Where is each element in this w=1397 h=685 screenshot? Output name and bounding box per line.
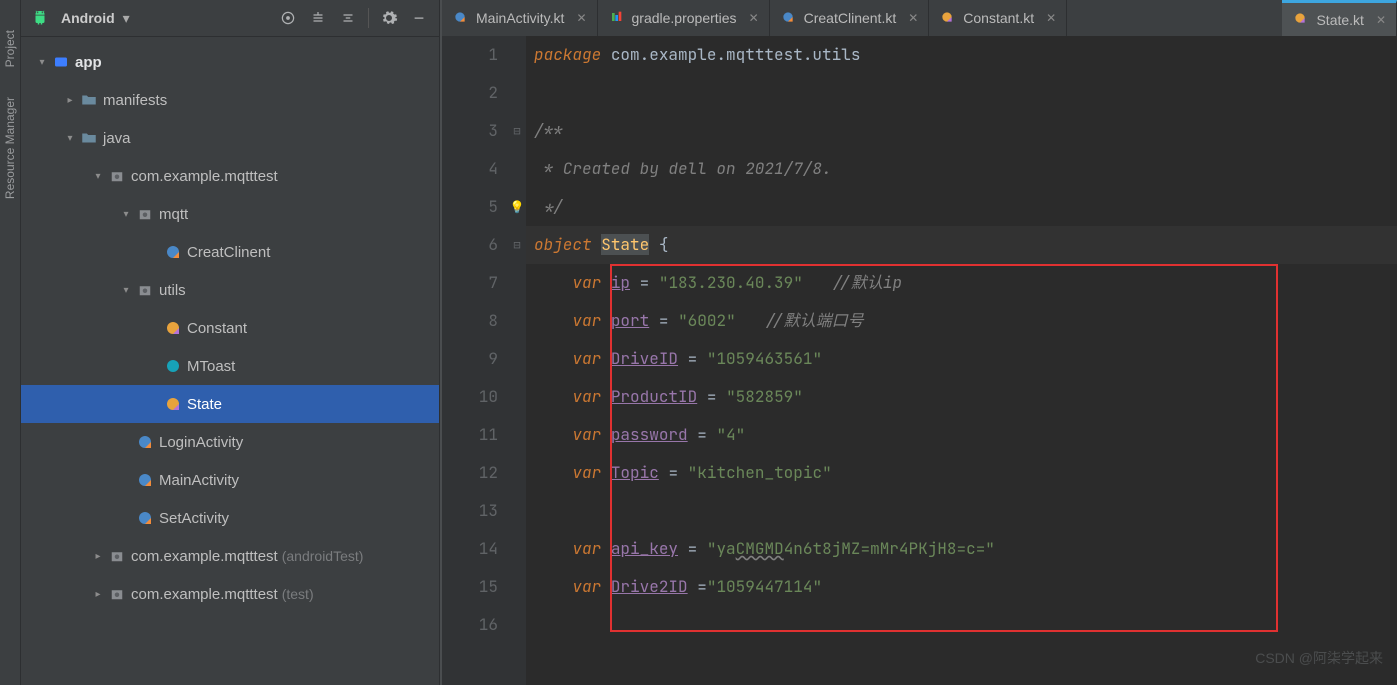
fold-handle-icon[interactable]: ⊟ (508, 112, 526, 150)
tree-hint: (test) (282, 586, 314, 602)
close-icon[interactable]: ✕ (749, 11, 759, 25)
kotlin-class-icon (163, 243, 183, 261)
tab-label: CreatClinent.kt (804, 10, 897, 26)
kotlin-class-icon (163, 357, 183, 375)
tab-creatclinent[interactable]: CreatClinent.kt ✕ (770, 0, 930, 36)
tree-label: java (103, 130, 131, 147)
tree-app[interactable]: ▾ app (21, 43, 439, 81)
tree-label: com.example.mqtttest (131, 586, 278, 603)
tree-mqtt[interactable]: ▾ mqtt (21, 195, 439, 233)
kotlin-file-icon (939, 9, 955, 28)
android-robot-icon (31, 8, 49, 29)
tree-label: com.example.mqtttest (131, 168, 278, 185)
editor-area: MainActivity.kt ✕ gradle.properties ✕ Cr… (442, 0, 1397, 685)
package-icon (107, 585, 127, 603)
tab-mainactivity[interactable]: MainActivity.kt ✕ (442, 0, 598, 36)
tree-utils[interactable]: ▾ utils (21, 271, 439, 309)
tree-package-test[interactable]: ▸ com.example.mqtttest (test) (21, 575, 439, 613)
package-icon (135, 281, 155, 299)
tab-constant[interactable]: Constant.kt ✕ (929, 0, 1067, 36)
watermark: CSDN @阿柒学起来 (1255, 639, 1383, 677)
tree-package-main[interactable]: ▾ com.example.mqtttest (21, 157, 439, 195)
tree-java[interactable]: ▾ java (21, 119, 439, 157)
tab-state[interactable]: State.kt ✕ (1282, 0, 1397, 36)
tab-label: State.kt (1316, 12, 1363, 28)
tree-label: SetActivity (159, 510, 229, 527)
tree-mainactivity[interactable]: MainActivity (21, 461, 439, 499)
tab-label: MainActivity.kt (476, 10, 564, 26)
tree-label: Constant (187, 320, 247, 337)
close-icon[interactable]: ✕ (576, 11, 586, 25)
folder-icon (79, 91, 99, 109)
tree-label: MainActivity (159, 472, 239, 489)
intention-bulb-icon[interactable]: 💡 (510, 188, 525, 226)
kotlin-file-icon (780, 9, 796, 28)
gear-icon[interactable] (375, 4, 403, 32)
tree-label: app (75, 54, 102, 71)
tree-label: CreatClinent (187, 244, 270, 261)
tab-label: Constant.kt (963, 10, 1034, 26)
sidebar-title: Android (61, 10, 115, 26)
project-tree[interactable]: ▾ app ▸ manifests ▾ java ▾ com.example.m… (21, 37, 439, 685)
hide-panel-icon[interactable]: − (405, 4, 433, 32)
close-icon[interactable]: ✕ (1376, 13, 1386, 27)
scroll-from-source-icon[interactable] (304, 4, 332, 32)
code-editor[interactable]: package com.example.mqtttest.utils /** *… (526, 36, 1397, 685)
tab-label: gradle.properties (632, 10, 737, 26)
kotlin-class-icon (135, 509, 155, 527)
kotlin-file-icon (1292, 10, 1308, 29)
kotlin-class-icon (135, 471, 155, 489)
project-sidebar: Android ▾ − ▾ app ▸ manifests (21, 0, 440, 685)
tree-label: State (187, 396, 222, 413)
package-icon (107, 547, 127, 565)
close-icon[interactable]: ✕ (1046, 11, 1056, 25)
tree-manifests[interactable]: ▸ manifests (21, 81, 439, 119)
editor-tabs: MainActivity.kt ✕ gradle.properties ✕ Cr… (442, 0, 1397, 36)
sidebar-header: Android ▾ − (21, 0, 439, 37)
gradle-file-icon (608, 9, 624, 28)
tree-label: utils (159, 282, 186, 299)
tab-gradle-properties[interactable]: gradle.properties ✕ (598, 0, 770, 36)
fold-handle-icon[interactable]: ⊟ (508, 226, 526, 264)
kotlin-file-icon (452, 9, 468, 28)
package-icon (135, 205, 155, 223)
tree-package-androidtest[interactable]: ▸ com.example.mqtttest (androidTest) (21, 537, 439, 575)
tree-constant[interactable]: Constant (21, 309, 439, 347)
tree-creatclinent[interactable]: CreatClinent (21, 233, 439, 271)
tree-state[interactable]: State (21, 385, 439, 423)
tree-setactivity[interactable]: SetActivity (21, 499, 439, 537)
module-icon (51, 53, 71, 71)
tree-label: manifests (103, 92, 167, 109)
tree-label: com.example.mqtttest (131, 548, 278, 565)
editor-body[interactable]: 1 2 3 4 5 6 7 8 9 10 11 12 13 14 15 16 ⊟ (442, 36, 1397, 685)
tool-strip-project[interactable]: Project (3, 30, 17, 67)
tree-loginactivity[interactable]: LoginActivity (21, 423, 439, 461)
tree-mtoast[interactable]: MToast (21, 347, 439, 385)
kotlin-object-icon (163, 319, 183, 337)
select-file-icon[interactable] (274, 4, 302, 32)
kotlin-class-icon (135, 433, 155, 451)
tree-label: mqtt (159, 206, 188, 223)
collapse-all-icon[interactable] (334, 4, 362, 32)
tool-strip-resource-manager[interactable]: Resource Manager (3, 97, 17, 199)
tool-strip: Project Resource Manager (0, 0, 21, 685)
tree-label: LoginActivity (159, 434, 243, 451)
chevron-down-icon[interactable]: ▾ (123, 10, 130, 27)
close-icon[interactable]: ✕ (908, 11, 918, 25)
kotlin-object-icon (163, 395, 183, 413)
line-number-gutter: 1 2 3 4 5 6 7 8 9 10 11 12 13 14 15 16 (442, 36, 508, 685)
package-icon (107, 167, 127, 185)
fold-gutter: ⊟ 💡 ⊟ (508, 36, 526, 685)
folder-icon (79, 129, 99, 147)
tree-hint: (androidTest) (282, 548, 364, 564)
tree-label: MToast (187, 358, 235, 375)
